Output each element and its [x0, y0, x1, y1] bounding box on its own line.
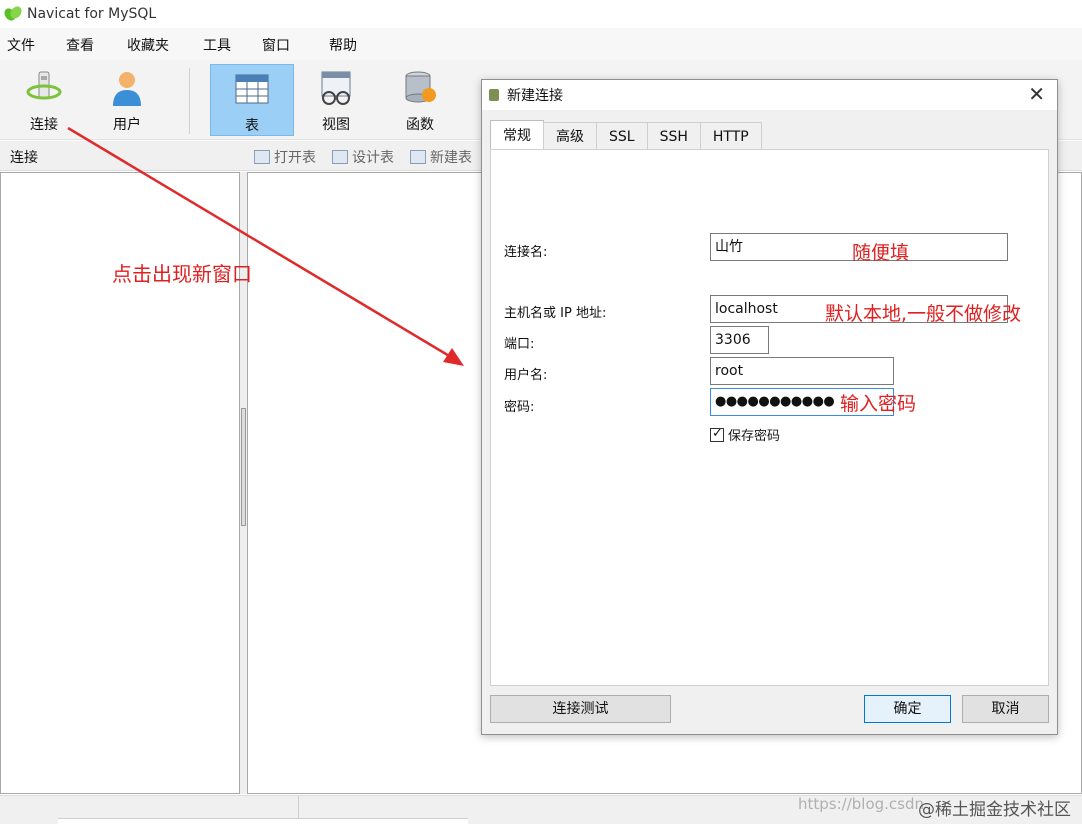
annotation-fill-anything: 随便填	[852, 242, 910, 264]
user-icon	[113, 72, 141, 106]
toolbar-view-label: 视图	[322, 117, 350, 133]
close-icon[interactable]: ✕	[1028, 84, 1045, 104]
tab-general[interactable]: 常规	[490, 120, 544, 150]
new-table-icon	[410, 150, 426, 164]
save-password-checkbox[interactable]	[710, 426, 724, 442]
menu-help[interactable]: 帮助	[329, 35, 357, 55]
username-input[interactable]: root	[710, 357, 894, 385]
cancel-button[interactable]: 取消	[962, 695, 1049, 723]
status-divider	[298, 796, 299, 818]
dialog-title-bar[interactable]: 新建连接 ✕	[482, 80, 1057, 110]
menu-favorites[interactable]: 收藏夹	[127, 35, 169, 55]
toolbar-connection-button[interactable]: 连接	[2, 64, 86, 136]
watermark-url: https://blog.csdn	[798, 795, 925, 813]
new-table-button[interactable]: 新建表	[410, 147, 472, 167]
title-bar: Navicat for MySQL	[0, 0, 1082, 28]
general-tab-body: 连接名: 山竹 随便填 主机名或 IP 地址: localhost 默认本地,一…	[490, 149, 1049, 686]
design-table-button[interactable]: 设计表	[332, 147, 394, 167]
function-icon	[405, 71, 436, 103]
splitter-handle[interactable]	[241, 408, 246, 526]
window-title: Navicat for MySQL	[27, 6, 157, 22]
toolbar-divider	[189, 68, 190, 134]
menu-view[interactable]: 查看	[66, 35, 94, 55]
tab-http[interactable]: HTTP	[699, 122, 762, 150]
port-label: 端口:	[504, 337, 535, 352]
toolbar-user-button[interactable]: 用户	[85, 64, 169, 136]
menu-bar: 文件 查看 收藏夹 工具 窗口 帮助	[0, 28, 1082, 60]
toolbar-user-label: 用户	[113, 117, 141, 133]
annotation-default-local: 默认本地,一般不做修改	[825, 303, 1022, 325]
toolbar-function-button[interactable]: 函数	[378, 64, 462, 136]
view-icon	[321, 71, 351, 105]
menu-window[interactable]: 窗口	[262, 35, 290, 55]
design-table-label: 设计表	[352, 150, 394, 166]
save-password-row[interactable]: 保存密码	[710, 425, 780, 444]
toolbar-table-label: 表	[245, 118, 259, 134]
design-table-icon	[332, 150, 348, 164]
navicat-logo-icon	[2, 4, 24, 24]
username-label: 用户名:	[504, 368, 548, 383]
port-input[interactable]: 3306	[710, 326, 769, 354]
connection-icon	[26, 71, 62, 100]
open-table-icon	[254, 150, 270, 164]
menu-file[interactable]: 文件	[7, 35, 35, 55]
connection-panel-header: 连接	[10, 150, 38, 166]
menu-tools[interactable]: 工具	[203, 35, 231, 55]
open-table-label: 打开表	[274, 150, 316, 166]
toolbar-table-button[interactable]: 表	[210, 64, 294, 136]
toolbar-function-label: 函数	[406, 117, 434, 133]
test-connection-button[interactable]: 连接测试	[490, 695, 671, 723]
tab-ssh[interactable]: SSH	[646, 122, 701, 150]
toolbar-connection-label: 连接	[30, 117, 58, 133]
open-table-button[interactable]: 打开表	[254, 147, 316, 167]
dialog-connection-icon	[487, 88, 501, 102]
tab-advanced[interactable]: 高级	[543, 122, 597, 150]
dialog-tabs: 常规 高级 SSL SSH HTTP	[490, 120, 762, 150]
annotation-enter-password: 输入密码	[840, 393, 917, 415]
table-icon	[235, 74, 269, 104]
tab-ssl[interactable]: SSL	[596, 122, 648, 150]
new-table-label: 新建表	[430, 150, 472, 166]
connection-name-label: 连接名:	[504, 245, 548, 260]
password-label: 密码:	[504, 400, 535, 415]
toolbar-view-button[interactable]: 视图	[294, 64, 378, 136]
annotation-click-new-window: 点击出现新窗口	[112, 262, 252, 286]
new-connection-dialog: 新建连接 ✕ 常规 高级 SSL SSH HTTP 连接名: 山竹 随便填 主机…	[481, 79, 1058, 735]
watermark-brand: @稀土掘金技术社区	[918, 800, 1071, 820]
dialog-title: 新建连接	[507, 88, 563, 104]
host-label: 主机名或 IP 地址:	[504, 306, 607, 321]
bottom-strip	[58, 818, 468, 824]
ok-button[interactable]: 确定	[864, 695, 951, 723]
save-password-label: 保存密码	[728, 429, 781, 444]
